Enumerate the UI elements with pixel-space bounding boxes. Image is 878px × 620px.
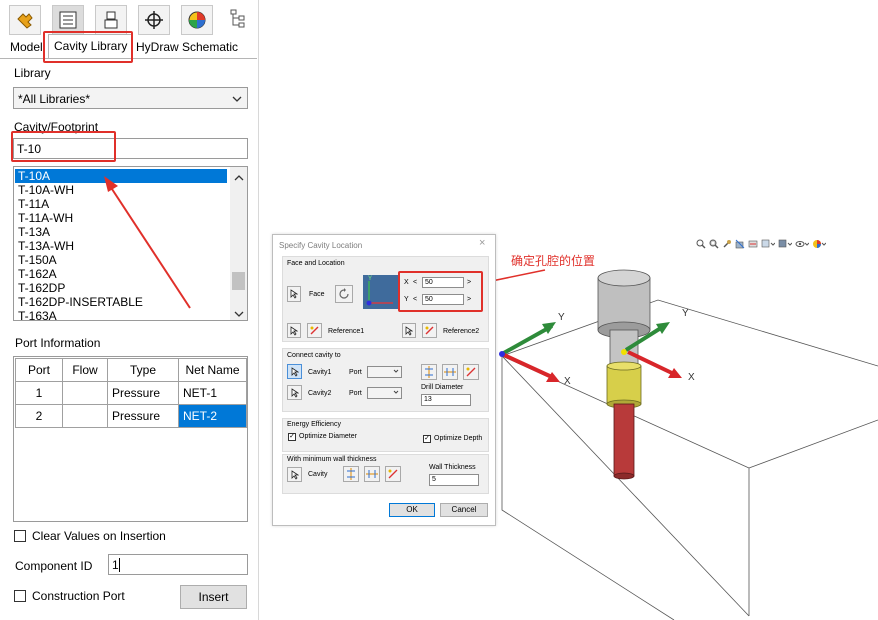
cavity-label: Cavity (308, 471, 328, 478)
port1-label: Port (349, 369, 362, 376)
reference2-label: Reference2 (443, 328, 480, 335)
face-location-group: Face and Location Face Y X < 50 > Y < 50… (282, 256, 489, 342)
x-increase-button[interactable]: > (467, 279, 471, 286)
energy-efficiency-group: Energy Efficiency ✓ Optimize Diameter ✓ … (282, 418, 489, 452)
select-cavity2-button[interactable] (287, 385, 302, 400)
cavity2-label: Cavity2 (308, 390, 332, 397)
wall-vertical-icon[interactable] (343, 466, 359, 482)
dialog-title: Specify Cavity Location (279, 241, 363, 250)
port1-select[interactable] (367, 366, 402, 378)
port2-select[interactable] (367, 387, 402, 399)
optimize-depth-checkbox[interactable]: ✓ (423, 435, 431, 443)
axis-label-y: Y (558, 312, 565, 323)
face-preview: Y (363, 275, 399, 309)
align-diagonal-icon[interactable] (463, 364, 479, 380)
wall-diagonal-icon[interactable] (385, 466, 401, 482)
y-increase-button[interactable]: > (467, 296, 471, 303)
rotate-button[interactable] (335, 285, 353, 303)
select-reference1-button[interactable] (287, 323, 301, 338)
face-location-label: Face and Location (287, 260, 345, 267)
x-label: X (404, 279, 409, 286)
wall-horizontal-icon[interactable] (364, 466, 380, 482)
wall-thickness-input[interactable]: 5 (429, 474, 479, 486)
reference1-label: Reference1 (328, 328, 365, 335)
axis-label-x: X (564, 376, 571, 387)
chevron-down-icon (393, 368, 399, 377)
drill-diameter-input[interactable]: 13 (421, 394, 471, 406)
connect-cavity-group: Connect cavity to Cavity1 Port Port Cavi… (282, 348, 489, 412)
model-graphics (499, 269, 878, 620)
x-decrease-button[interactable]: < (413, 279, 417, 286)
cavity1-label: Cavity1 (308, 369, 332, 376)
y-label: Y (404, 296, 409, 303)
chevron-down-icon (393, 389, 399, 398)
select-reference2-button[interactable] (402, 323, 416, 338)
min-wall-thickness-label: With minimum wall thickness (287, 456, 377, 463)
select-face-button[interactable] (287, 286, 301, 302)
port2-label: Port (349, 390, 362, 397)
min-wall-thickness-group: With minimum wall thickness Cavity Wall … (282, 454, 489, 494)
specify-cavity-location-dialog: Specify Cavity Location × Face and Locat… (272, 234, 496, 526)
y-decrease-button[interactable]: < (413, 296, 417, 303)
energy-efficiency-label: Energy Efficiency (287, 421, 341, 428)
align-vertical-icon[interactable] (421, 364, 437, 380)
optimize-depth-label: Optimize Depth (434, 435, 483, 442)
axis-label-x2: X (688, 372, 695, 383)
reference2-icon[interactable] (422, 323, 437, 338)
face-label: Face (309, 291, 325, 298)
drill-diameter-label: Drill Diameter (421, 384, 464, 391)
connect-cavity-label: Connect cavity to (287, 352, 341, 359)
wall-thickness-label: Wall Thickness (429, 464, 476, 471)
reference1-icon[interactable] (307, 323, 322, 338)
optimize-diameter-checkbox[interactable]: ✓ (288, 433, 296, 441)
y-input[interactable]: 50 (422, 294, 464, 305)
axis-label-y2: Y (682, 308, 689, 319)
select-cavity-button[interactable] (287, 467, 302, 482)
model-viewport[interactable]: Y X Y X (494, 238, 878, 620)
close-icon[interactable]: × (479, 237, 485, 249)
preview-y-label: Y (368, 276, 373, 282)
align-horizontal-icon[interactable] (442, 364, 458, 380)
cancel-button[interactable]: Cancel (440, 503, 488, 517)
select-cavity1-button[interactable] (287, 364, 302, 379)
optimize-diameter-label: Optimize Diameter (299, 433, 357, 440)
x-input[interactable]: 50 (422, 277, 464, 288)
ok-button[interactable]: OK (389, 503, 435, 517)
